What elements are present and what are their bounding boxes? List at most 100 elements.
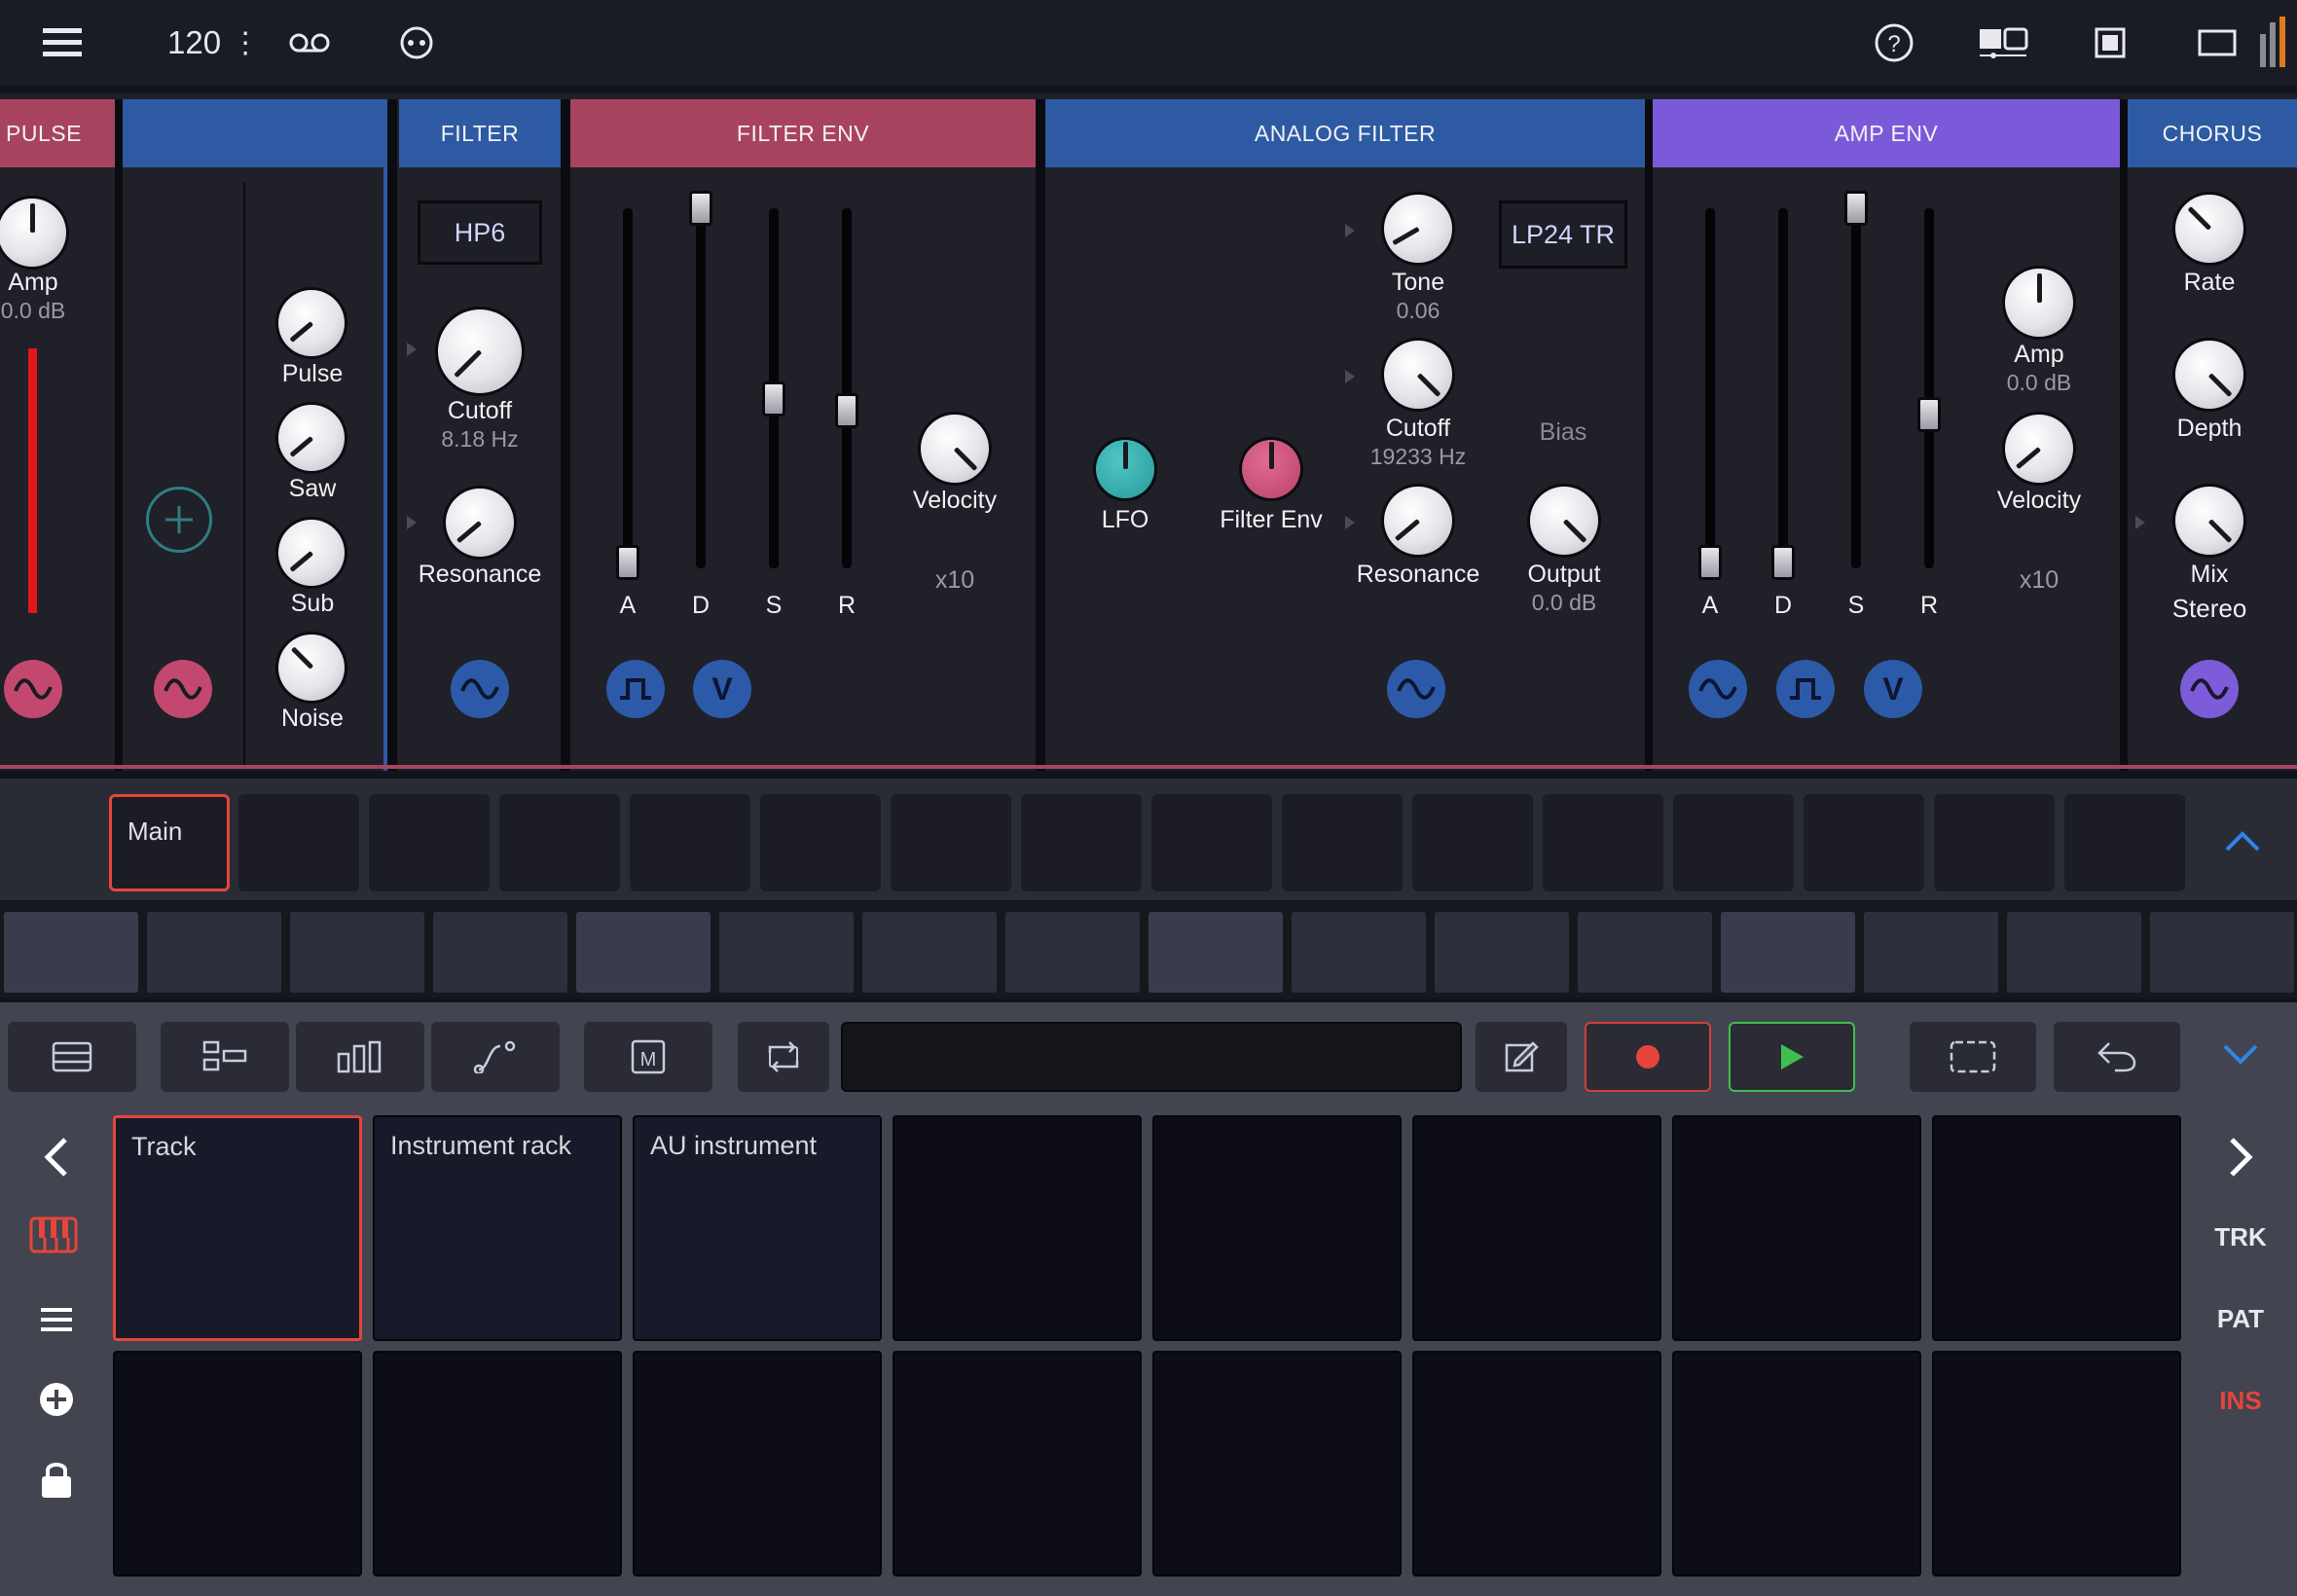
step-cell[interactable]	[4, 912, 138, 993]
amp-env-sine-button[interactable]	[1689, 660, 1747, 718]
filter-env-velocity-button[interactable]: V	[693, 660, 751, 718]
filter-env-attack-slider[interactable]	[616, 208, 639, 580]
step-cell[interactable]	[1148, 912, 1283, 993]
amp-env-release-slider[interactable]	[1917, 208, 1941, 568]
grid-cell[interactable]	[1152, 1115, 1402, 1341]
tone-knob[interactable]	[1384, 195, 1452, 263]
step-cell[interactable]	[862, 912, 997, 993]
grid-cell[interactable]	[1672, 1115, 1921, 1341]
step-cell[interactable]	[576, 912, 711, 993]
layout-split-icon[interactable]	[1974, 21, 2032, 64]
piano-keys-icon[interactable]	[29, 1216, 78, 1253]
slider-handle[interactable]	[689, 191, 712, 226]
help-icon[interactable]: ?	[1873, 21, 1915, 64]
chevron-right-icon[interactable]	[2219, 1131, 2262, 1183]
slider-handle[interactable]	[835, 393, 858, 428]
pattern-main[interactable]: Main	[109, 794, 230, 891]
filter-mode-selector[interactable]: HP6	[418, 200, 542, 265]
ins-mode-button[interactable]: INS	[2202, 1386, 2279, 1416]
chorus-depth-knob[interactable]	[2175, 341, 2243, 409]
list-icon[interactable]	[35, 1300, 78, 1339]
amp-env-decay-slider[interactable]	[1771, 208, 1795, 580]
noise-level-knob[interactable]	[278, 635, 345, 701]
step-cell[interactable]	[1578, 912, 1712, 993]
piano-roll-button[interactable]	[161, 1022, 289, 1092]
saw-level-knob[interactable]	[278, 405, 345, 471]
bias-toggle[interactable]: Bias	[1499, 418, 1627, 447]
pattern-slot[interactable]	[1804, 794, 1924, 891]
pattern-slot[interactable]	[1021, 794, 1142, 891]
play-button[interactable]	[1729, 1022, 1855, 1092]
amp-env-amp-knob[interactable]	[2005, 269, 2073, 337]
amp-env-attack-slider[interactable]	[1698, 208, 1722, 580]
filter-cutoff-knob[interactable]	[438, 309, 522, 393]
analog-resonance-knob[interactable]	[1384, 487, 1452, 555]
record-button[interactable]	[1585, 1022, 1711, 1092]
chorus-stereo-toggle[interactable]: Stereo	[2172, 594, 2247, 624]
grid-cell[interactable]	[1412, 1115, 1661, 1341]
chorus-rate-knob[interactable]	[2175, 195, 2243, 263]
lock-icon[interactable]	[35, 1456, 78, 1503]
pattern-slot[interactable]	[891, 794, 1011, 891]
analog-filter-mod-sine-button[interactable]	[1387, 660, 1445, 718]
slider-handle[interactable]	[1698, 545, 1722, 580]
chevron-left-icon[interactable]	[35, 1131, 78, 1183]
chorus-mod-sine-button[interactable]	[2180, 660, 2239, 718]
macro-button[interactable]: M	[584, 1022, 712, 1092]
slider-handle[interactable]	[1917, 397, 1941, 432]
chorus-mix-knob[interactable]	[2175, 487, 2243, 555]
step-cell[interactable]	[2007, 912, 2141, 993]
pattern-slot[interactable]	[1934, 794, 2055, 891]
chevron-down-icon[interactable]	[2219, 1035, 2262, 1074]
pattern-slot[interactable]	[1673, 794, 1794, 891]
fullscreen-icon[interactable]	[2196, 25, 2239, 60]
pattern-slot[interactable]	[238, 794, 359, 891]
slider-handle[interactable]	[616, 545, 639, 580]
undo-button[interactable]	[2054, 1022, 2180, 1092]
filter-env-sustain-slider[interactable]	[762, 208, 785, 568]
grid-cell[interactable]	[1152, 1351, 1402, 1577]
grid-cell[interactable]	[1672, 1351, 1921, 1577]
pattern-slot[interactable]	[369, 794, 490, 891]
amp-env-velocity-knob[interactable]	[2005, 415, 2073, 483]
slider-handle[interactable]	[1844, 191, 1868, 226]
lfo-mod-knob[interactable]	[1096, 440, 1154, 498]
sub-level-knob[interactable]	[278, 520, 345, 586]
grid-cell[interactable]	[893, 1115, 1142, 1341]
filter-env-mod-knob[interactable]	[1242, 440, 1300, 498]
slider-handle[interactable]	[762, 381, 785, 417]
pattern-slot[interactable]	[1151, 794, 1272, 891]
tempo-display[interactable]: 120 ⋮	[167, 21, 260, 64]
grid-cell-instrument-rack[interactable]: Instrument rack	[373, 1115, 622, 1341]
pattern-slot[interactable]	[630, 794, 750, 891]
step-cell[interactable]	[1005, 912, 1140, 993]
grid-cell-track[interactable]: Track	[113, 1115, 362, 1341]
grid-cell[interactable]	[1932, 1351, 2181, 1577]
filter-env-decay-slider[interactable]	[689, 191, 712, 568]
pattern-slot[interactable]	[1282, 794, 1403, 891]
pattern-slot[interactable]	[499, 794, 620, 891]
pulse-amp-knob[interactable]	[0, 199, 66, 267]
amp-env-velocity-button[interactable]: V	[1864, 660, 1922, 718]
analog-cutoff-knob[interactable]	[1384, 341, 1452, 409]
menu-icon[interactable]	[39, 21, 86, 64]
mixer-bars-button[interactable]	[296, 1022, 424, 1092]
step-cell[interactable]	[1721, 912, 1855, 993]
tape-icon[interactable]	[288, 25, 331, 60]
add-icon[interactable]	[35, 1378, 78, 1421]
link-icon[interactable]	[395, 23, 438, 62]
chevron-up-icon[interactable]	[2221, 821, 2264, 860]
grid-cell[interactable]	[1412, 1351, 1661, 1577]
amp-env-pulse-button[interactable]	[1776, 660, 1835, 718]
filter-mod-sine-button[interactable]	[451, 660, 509, 718]
step-cell[interactable]	[1435, 912, 1569, 993]
panel-icon[interactable]	[2091, 23, 2130, 62]
output-knob[interactable]	[1530, 487, 1598, 555]
grid-cell[interactable]	[373, 1351, 622, 1577]
step-cell[interactable]	[290, 912, 424, 993]
add-oscillator-button[interactable]	[146, 487, 212, 553]
pat-mode-button[interactable]: PAT	[2202, 1304, 2279, 1334]
pattern-slot[interactable]	[1543, 794, 1663, 891]
filter-resonance-knob[interactable]	[446, 489, 514, 557]
grid-cell-au-instrument[interactable]: AU instrument	[633, 1115, 882, 1341]
